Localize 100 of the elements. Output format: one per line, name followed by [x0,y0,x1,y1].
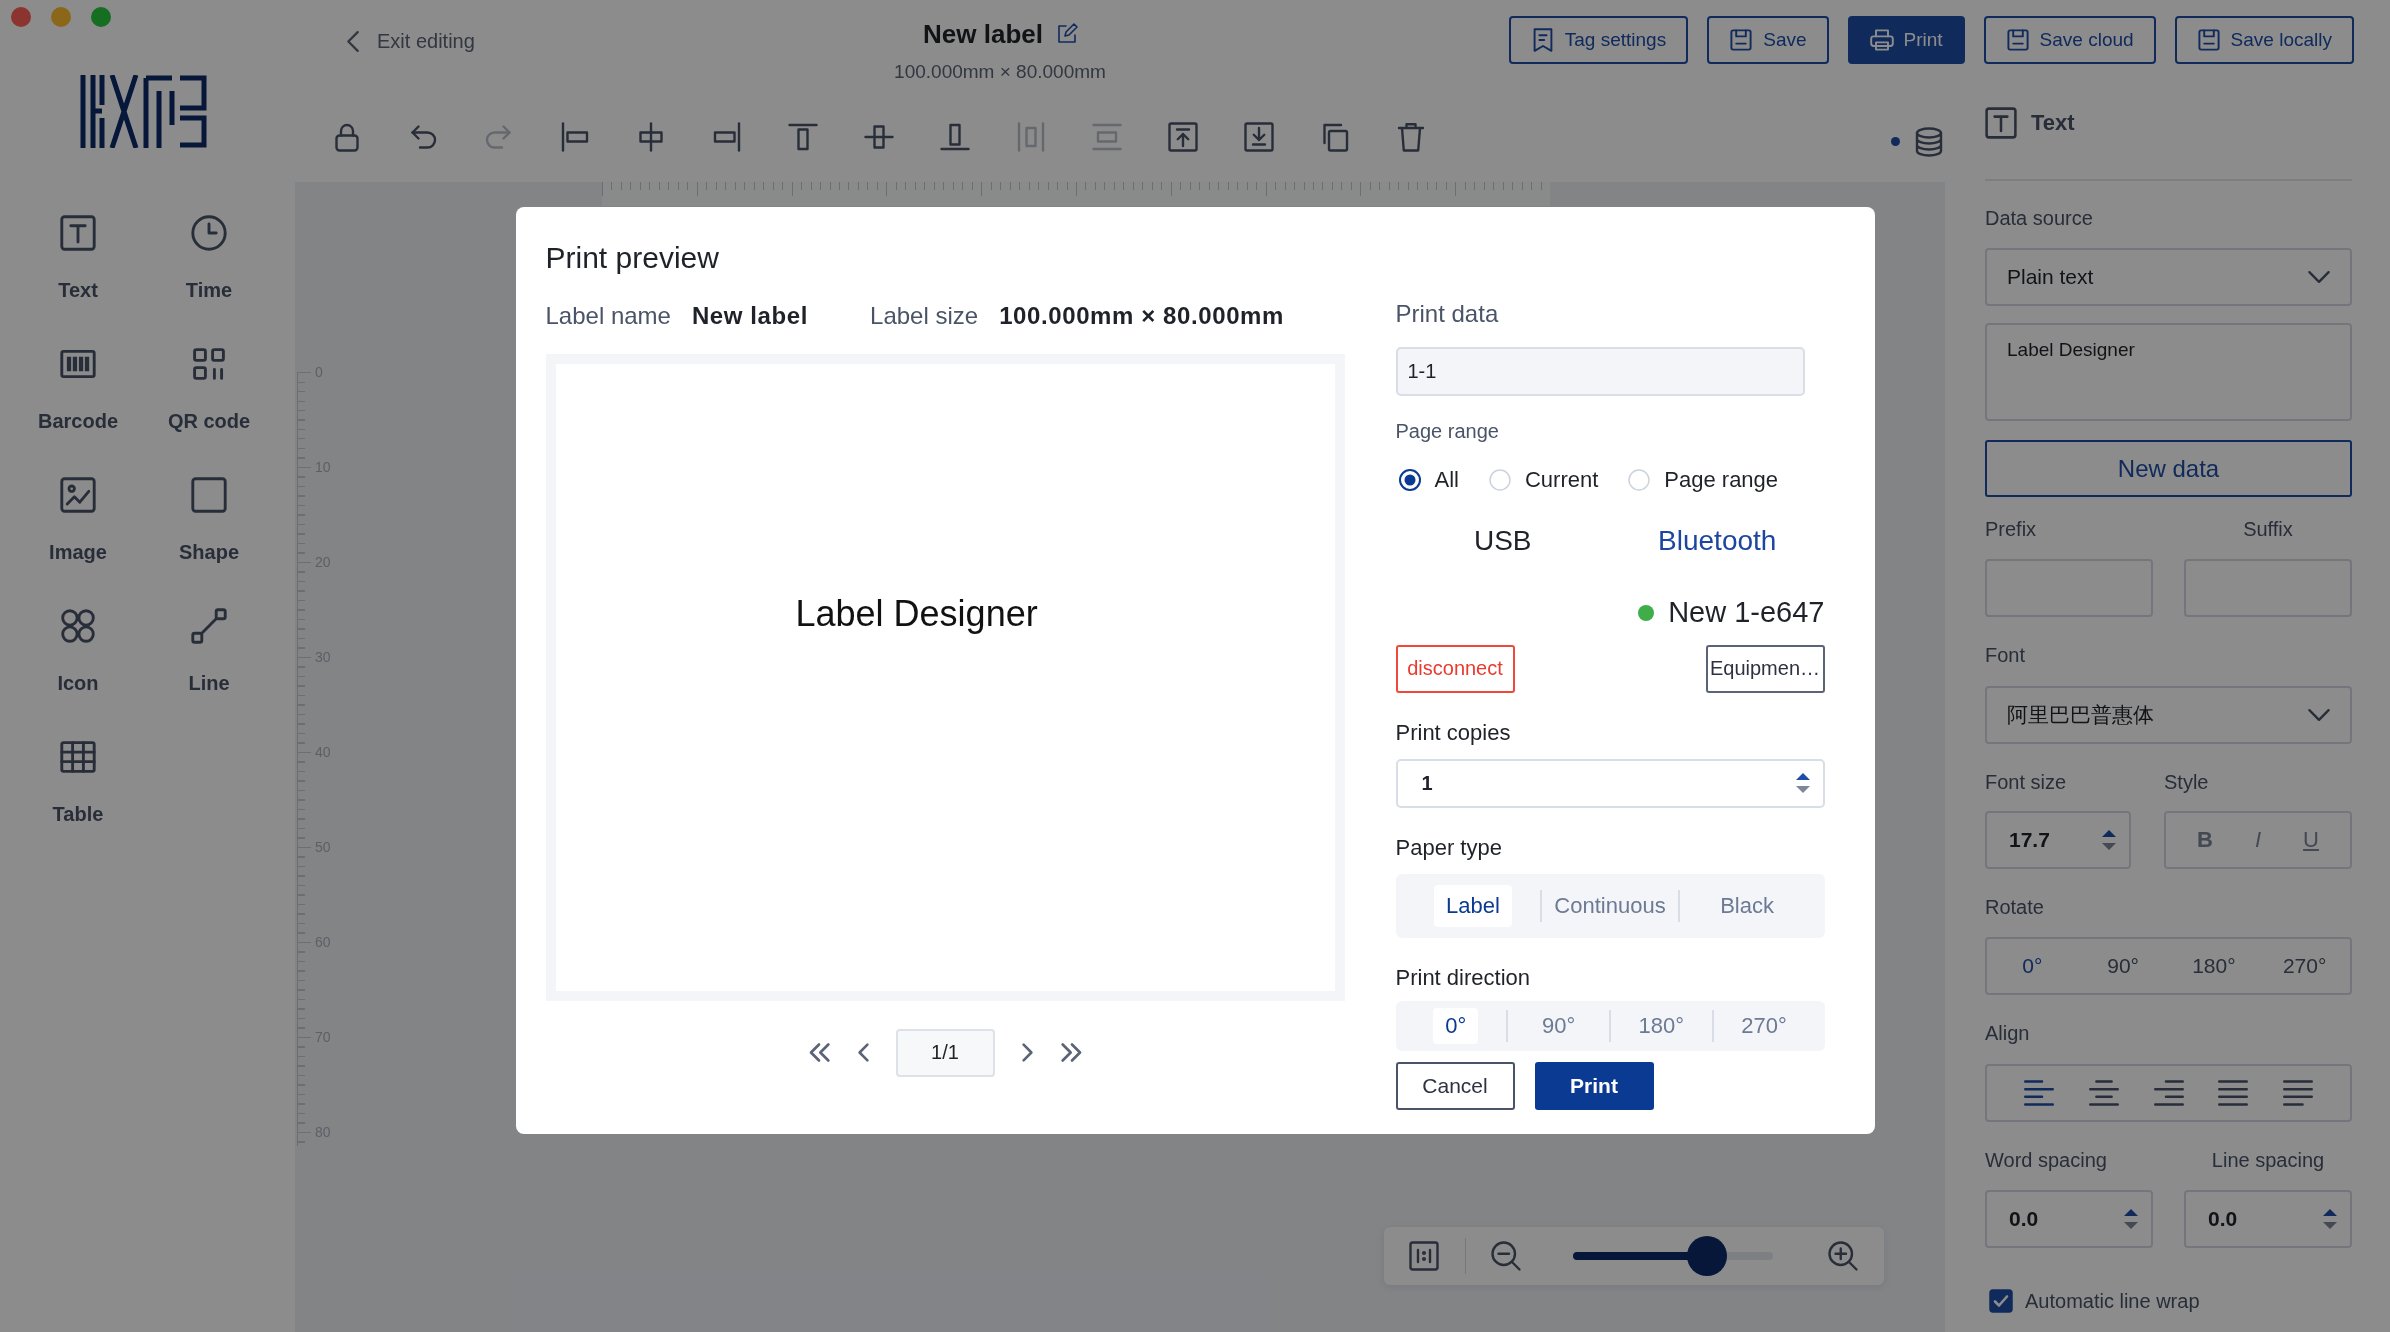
zoom-in-icon[interactable] [1828,1241,1858,1271]
align-distributed-icon[interactable] [2284,1080,2312,1106]
spinner-icon[interactable] [1794,772,1811,794]
tool-button[interactable]: Time [154,203,264,314]
segment-option[interactable]: Label [1434,884,1512,927]
align-justify-icon[interactable] [2219,1080,2248,1106]
segment-option[interactable]: 90° [1530,1007,1588,1044]
underline-button[interactable]: U [2293,823,2329,857]
tag-settings-button[interactable]: Tag settings [1508,16,1689,64]
text-icon [1985,107,2017,139]
equipment-button[interactable]: Equipmen… [1705,644,1825,693]
spinner-icon[interactable] [2322,1208,2338,1230]
printer-icon [1869,28,1894,52]
align-left-icon[interactable] [560,121,590,152]
tool-button[interactable]: Barcode [23,334,133,445]
lock-icon[interactable] [332,121,362,152]
page-field[interactable]: 1/1 [895,1028,995,1077]
label-size-value: 100.000mm × 80.000mm [999,301,1284,330]
tool-button[interactable]: Table [23,727,133,838]
close-window-icon[interactable] [11,7,31,27]
tool-button[interactable]: QR code [154,334,264,445]
suffix-field[interactable] [2184,559,2352,617]
radio-option[interactable]: Page range [1628,466,1779,493]
align-left-icon[interactable] [2025,1080,2053,1106]
zoom-slider[interactable] [1573,1236,1773,1276]
font-size-field[interactable]: 17.7 [1985,811,2131,869]
align-center-icon[interactable] [2089,1080,2118,1106]
align-right-icon[interactable] [712,121,742,152]
line-icon [191,608,227,644]
edit-icon[interactable] [1056,24,1077,44]
print-button[interactable]: Print [1847,16,1965,64]
line-spacing-field[interactable]: 0.0 [2184,1190,2352,1248]
save-button[interactable]: Save [1707,16,1829,64]
dot-icon [1891,137,1900,146]
save-button[interactable]: Save locally [2174,16,2354,64]
dialog-title: Print preview [545,239,719,276]
tool-button[interactable]: Line [154,596,264,707]
prefix-field[interactable] [1985,559,2153,617]
segment-option[interactable]: Black [1708,884,1786,927]
rotate-option[interactable]: 0° [1987,939,2078,993]
copy-icon[interactable] [1320,121,1350,152]
copies-field[interactable]: 1 [1395,758,1825,808]
four-circles-icon [60,608,96,644]
new-data-button[interactable]: New data [1985,440,2352,497]
segment-option[interactable]: Continuous [1542,884,1678,927]
rotate-option[interactable]: 90° [2077,939,2169,993]
segment-option[interactable]: 0° [1433,1007,1479,1044]
word-spacing-field[interactable]: 0.0 [1985,1190,2153,1248]
double-chevron-right-icon[interactable] [1059,1043,1084,1062]
italic-button[interactable]: I [2244,823,2272,857]
field-label: Style [2164,770,2210,794]
print-data-field[interactable]: 1-1 [1395,346,1805,396]
field-label: Data source [1985,206,2094,230]
checkbox-icon[interactable] [1989,1289,2013,1313]
print-button[interactable]: Print [1534,1061,1654,1110]
tool-button[interactable]: Text [23,203,133,314]
field-label: Suffix [2242,517,2294,541]
segment-option[interactable]: 270° [1729,1007,1799,1044]
chevron-right-icon[interactable] [1020,1043,1034,1062]
bold-button[interactable]: B [2187,823,2223,857]
field-label: Word spacing [1985,1148,2108,1172]
tool-button[interactable]: Image [23,465,133,576]
font-select[interactable]: 阿里巴巴普惠体 [1985,686,2352,744]
exit-editing-link[interactable]: Exit editing [347,29,475,53]
field-label: Page range [1395,418,1499,444]
ratio-icon[interactable] [1409,1241,1439,1271]
cancel-button[interactable]: Cancel [1395,1061,1515,1110]
rotate-option[interactable]: 270° [2259,939,2350,993]
tool-button[interactable]: Shape [154,465,264,576]
arrow-up-box-icon[interactable] [1168,121,1198,152]
field-label: Line spacing [2210,1148,2326,1172]
segment-option[interactable]: 180° [1626,1007,1697,1044]
align-center-icon[interactable] [636,121,666,152]
database-icon[interactable] [1915,126,1943,157]
radio-option[interactable]: Current [1488,466,1599,493]
zoom-out-icon[interactable] [1491,1241,1521,1271]
auto-wrap-checkbox[interactable]: Automatic line wrap [1989,1287,2200,1315]
clock-icon [191,215,227,251]
data-source-select[interactable]: Plain text [1985,248,2352,306]
disconnect-button[interactable]: disconnect [1395,644,1515,693]
align-bottom-icon[interactable] [940,121,970,152]
chevron-left-icon[interactable] [856,1043,870,1062]
connection-tab[interactable]: Bluetooth [1654,520,1781,561]
trash-icon[interactable] [1396,121,1426,152]
spinner-icon[interactable] [2101,829,2117,851]
radio-icon[interactable] [1398,468,1421,491]
chevron-down-icon [2308,271,2330,283]
content-textarea[interactable]: Label Designer [1985,323,2352,421]
align-right-icon[interactable] [2154,1080,2183,1106]
arrow-down-box-icon[interactable] [1244,121,1274,152]
spinner-icon[interactable] [2123,1208,2139,1230]
tool-button[interactable]: Icon [23,596,133,707]
radio-option[interactable]: All [1398,466,1459,493]
save-button[interactable]: Save cloud [1983,16,2156,64]
field-label: Label size [870,301,979,330]
align-top-icon[interactable] [788,121,818,152]
connection-tab[interactable]: USB [1469,520,1536,561]
slider-thumb[interactable] [1686,1236,1727,1276]
field-label: Rotate [1985,895,2045,919]
rotate-option[interactable]: 180° [2168,939,2260,993]
